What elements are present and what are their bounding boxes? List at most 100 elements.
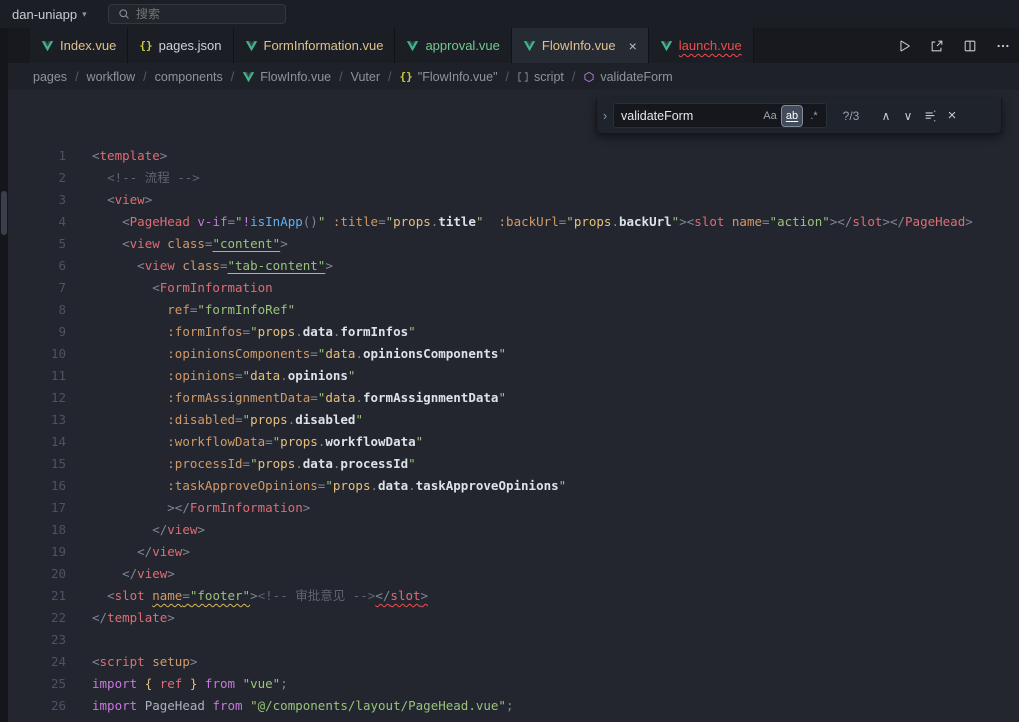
line-number: 26 bbox=[0, 695, 66, 717]
code-line[interactable]: 24<script setup> bbox=[0, 651, 1019, 673]
tab-label: approval.vue bbox=[425, 38, 499, 53]
breadcrumb-item[interactable]: pages bbox=[33, 70, 67, 84]
tab-close-icon[interactable]: × bbox=[629, 39, 637, 53]
app-menu[interactable]: dan-uniapp ▾ bbox=[6, 5, 93, 24]
code-line[interactable]: 22</template> bbox=[0, 607, 1019, 629]
breadcrumb-item[interactable]: FlowInfo.vue bbox=[242, 70, 331, 84]
tab-bar: Index.vue{}pages.jsonFormInformation.vue… bbox=[0, 28, 1019, 63]
code-text: <view class="content"> bbox=[92, 233, 288, 255]
breadcrumb-label: pages bbox=[33, 70, 67, 84]
code-line[interactable]: 8 ref="formInfoRef" bbox=[0, 299, 1019, 321]
sidebar-edge bbox=[0, 28, 8, 722]
code-text: :formInfos="props.data.formInfos" bbox=[92, 321, 416, 343]
chevron-up-icon: ∧ bbox=[882, 109, 891, 123]
code-line[interactable]: 21 <slot name="footer"><!-- 审批意见 --></sl… bbox=[0, 585, 1019, 607]
sidebar-scrollbar-thumb[interactable] bbox=[1, 191, 7, 235]
breadcrumb-item[interactable]: script bbox=[517, 70, 564, 84]
tab-FormInformation.vue[interactable]: FormInformation.vue bbox=[234, 28, 396, 63]
open-preview-button[interactable] bbox=[927, 35, 947, 57]
line-number: 5 bbox=[0, 233, 66, 255]
breadcrumb-item[interactable]: workflow bbox=[87, 70, 136, 84]
code-line[interactable]: 25import { ref } from "vue"; bbox=[0, 673, 1019, 695]
code-text: :taskApproveOpinions="props.data.taskApp… bbox=[92, 475, 566, 497]
vue-icon bbox=[41, 40, 54, 52]
find-input[interactable] bbox=[621, 109, 760, 123]
tab-label: launch.vue bbox=[679, 38, 742, 53]
line-number: 10 bbox=[0, 343, 66, 365]
code-line[interactable]: 20 </view> bbox=[0, 563, 1019, 585]
match-case-toggle[interactable]: Aa bbox=[760, 106, 780, 126]
code-text: :opinionsComponents="data.opinionsCompon… bbox=[92, 343, 506, 365]
breadcrumb-label: FlowInfo.vue bbox=[260, 70, 331, 84]
tab-pages.json[interactable]: {}pages.json bbox=[128, 28, 233, 63]
breadcrumb: pages/workflow/components/FlowInfo.vue/V… bbox=[0, 63, 1019, 90]
editor[interactable]: › Aaab.* ?/3 ∧ ∨ × 1<template>2 <!-- 流程 … bbox=[0, 90, 1019, 722]
find-options: Aaab.* bbox=[760, 106, 824, 126]
code-text: import PageHead from "@/components/layou… bbox=[92, 695, 513, 717]
code-line[interactable]: 10 :opinionsComponents="data.opinionsCom… bbox=[0, 343, 1019, 365]
breadcrumb-item[interactable]: validateForm bbox=[583, 70, 672, 84]
code-line[interactable]: 23 bbox=[0, 629, 1019, 651]
code-text: <FormInformation bbox=[92, 277, 273, 299]
breadcrumb-label: validateForm bbox=[600, 70, 672, 84]
breadcrumb-item[interactable]: Vuter bbox=[351, 70, 380, 84]
toggle-replace-button[interactable]: › bbox=[597, 98, 613, 133]
breadcrumb-separator: / bbox=[231, 70, 234, 84]
code-text: <script setup> bbox=[92, 651, 197, 673]
line-number: 12 bbox=[0, 387, 66, 409]
next-match-button[interactable]: ∨ bbox=[897, 105, 919, 127]
code-line[interactable]: 19 </view> bbox=[0, 541, 1019, 563]
code-line[interactable]: 26 import PageHead from "@/components/lay… bbox=[0, 695, 1019, 717]
code-line[interactable]: 3 <view> bbox=[0, 189, 1019, 211]
code-line[interactable]: 4 <PageHead v-if="!isInApp()" :title="pr… bbox=[0, 211, 1019, 233]
more-actions-button[interactable] bbox=[993, 35, 1013, 57]
code-text: <view class="tab-content"> bbox=[92, 255, 333, 277]
code-line[interactable]: 17 ></FormInformation> bbox=[0, 497, 1019, 519]
breadcrumb-item[interactable]: components bbox=[155, 70, 223, 84]
line-number: 20 bbox=[0, 563, 66, 585]
split-editor-button[interactable] bbox=[960, 35, 980, 57]
code-line[interactable]: 12 :formAssignmentData="data.formAssignm… bbox=[0, 387, 1019, 409]
code-text: </view> bbox=[92, 519, 205, 541]
line-number: 1 bbox=[0, 145, 66, 167]
code-line[interactable]: 13 :disabled="props.disabled" bbox=[0, 409, 1019, 431]
chevron-down-icon: ▾ bbox=[82, 9, 87, 20]
code-line[interactable]: 11 :opinions="data.opinions" bbox=[0, 365, 1019, 387]
vue-icon bbox=[242, 71, 255, 83]
command-center-search[interactable] bbox=[108, 4, 286, 24]
tab-approval.vue[interactable]: approval.vue bbox=[395, 28, 511, 63]
close-find-button[interactable]: × bbox=[941, 105, 963, 127]
ellipsis-icon bbox=[996, 39, 1010, 53]
code-text: import { ref } from "vue"; bbox=[92, 673, 288, 695]
code-line[interactable]: 16 :taskApproveOpinions="props.data.task… bbox=[0, 475, 1019, 497]
search-icon bbox=[118, 8, 130, 20]
line-number: 8 bbox=[0, 299, 66, 321]
code-line[interactable]: 15 :processId="props.data.processId" bbox=[0, 453, 1019, 475]
whole-word-toggle[interactable]: ab bbox=[782, 106, 802, 126]
line-number: 17 bbox=[0, 497, 66, 519]
regex-toggle[interactable]: .* bbox=[804, 106, 824, 126]
vue-icon bbox=[660, 40, 673, 52]
code-line[interactable]: 5 <view class="content"> bbox=[0, 233, 1019, 255]
previous-match-button[interactable]: ∧ bbox=[875, 105, 897, 127]
code-line[interactable]: 1 <template> bbox=[0, 145, 1019, 167]
tab-launch.vue[interactable]: launch.vue bbox=[649, 28, 754, 63]
breadcrumb-separator: / bbox=[572, 70, 575, 84]
tab-FlowInfo.vue[interactable]: FlowInfo.vue× bbox=[512, 28, 649, 63]
code-line[interactable]: 18 </view> bbox=[0, 519, 1019, 541]
code-text: <template> bbox=[92, 145, 167, 167]
code-line[interactable]: 14 :workflowData="props.workflowData" bbox=[0, 431, 1019, 453]
play-icon bbox=[897, 39, 911, 53]
line-number: 22 bbox=[0, 607, 66, 629]
line-number: 23 bbox=[0, 629, 66, 651]
tab-Index.vue[interactable]: Index.vue bbox=[30, 28, 128, 63]
code-line[interactable]: 7 <FormInformation bbox=[0, 277, 1019, 299]
search-input[interactable] bbox=[136, 7, 256, 21]
title-bar: dan-uniapp ▾ bbox=[0, 0, 1019, 28]
code-line[interactable]: 9 :formInfos="props.data.formInfos" bbox=[0, 321, 1019, 343]
code-line[interactable]: 2 <!-- 流程 --> bbox=[0, 167, 1019, 189]
run-button[interactable] bbox=[894, 35, 914, 57]
find-in-selection-button[interactable] bbox=[919, 105, 941, 127]
code-line[interactable]: 6 <view class="tab-content"> bbox=[0, 255, 1019, 277]
breadcrumb-item[interactable]: {}"FlowInfo.vue" bbox=[400, 70, 498, 84]
